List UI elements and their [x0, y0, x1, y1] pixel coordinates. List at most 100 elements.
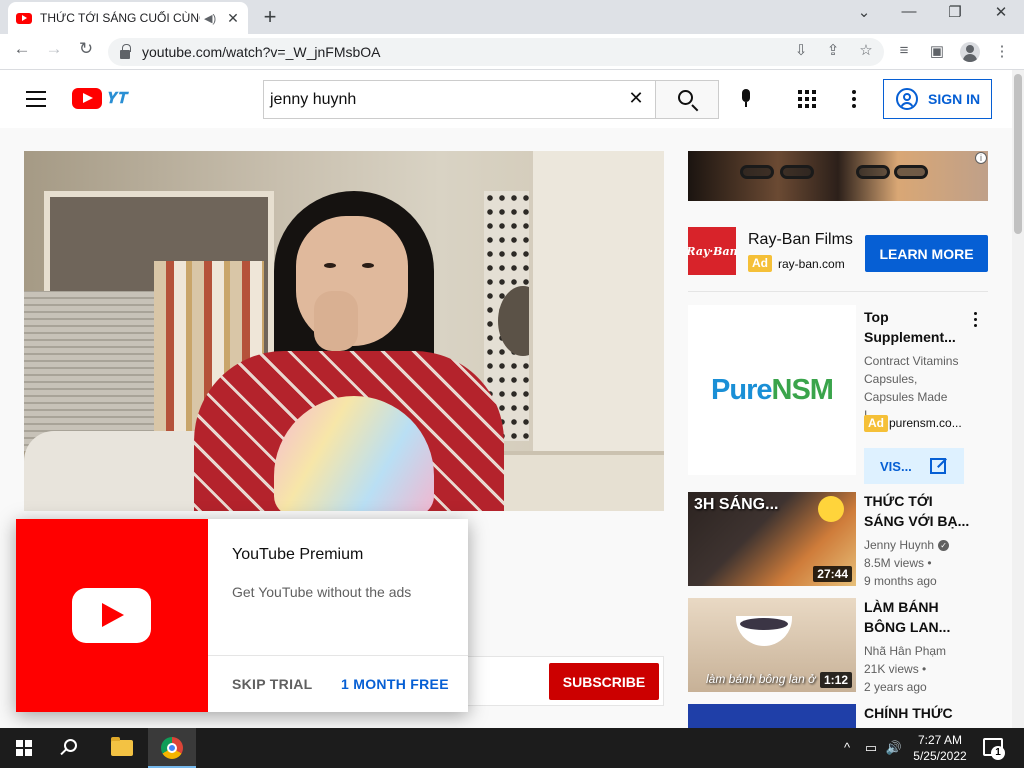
- related-video-title-line2[interactable]: SÁNG VỚI BẠ...: [864, 511, 974, 531]
- sunglasses-graphic: [856, 165, 890, 179]
- video-duration: 27:44: [813, 566, 852, 582]
- channel-name-text: Jenny Huynh: [864, 538, 935, 552]
- windows-start-icon[interactable]: [16, 740, 32, 756]
- search-icon: [678, 90, 693, 105]
- account-circle-icon: [896, 88, 918, 110]
- restore-button[interactable]: ❐: [943, 3, 967, 21]
- profile-avatar-icon[interactable]: [960, 42, 980, 62]
- video-frame-drawers: [504, 451, 664, 511]
- divider: [688, 291, 988, 292]
- youtube-header: 𝐘𝐓 jenny huynh ✕ SIGN IN: [0, 70, 1012, 128]
- clear-search-icon[interactable]: ✕: [626, 88, 646, 109]
- side-panel-icon[interactable]: ▣: [927, 42, 947, 60]
- ad-badge: Ad: [748, 255, 772, 272]
- search-button[interactable]: [655, 80, 719, 119]
- audio-playing-icon[interactable]: ◀): [204, 12, 218, 25]
- video-frame-hand: [314, 291, 358, 351]
- sponsored-desc-line: Capsules,: [864, 372, 918, 386]
- rayban-logo[interactable]: Ray·Ban: [686, 227, 738, 275]
- ad-info-icon[interactable]: i: [975, 152, 987, 164]
- settings-more-icon[interactable]: [852, 90, 856, 111]
- premium-subtitle: Get YouTube without the ads: [232, 584, 412, 600]
- visit-label: VIS...: [880, 458, 912, 474]
- tab-close-icon[interactable]: ✕: [226, 10, 240, 27]
- forward-arrow-icon[interactable]: →: [42, 39, 66, 59]
- browser-tab[interactable]: THỨC TỚI SÁNG CUỐI CÙNG ◀) ✕: [8, 2, 248, 34]
- network-icon[interactable]: ▭: [862, 740, 880, 756]
- microphone-icon[interactable]: [740, 89, 752, 107]
- page-scrollbar[interactable]: [1012, 70, 1024, 728]
- taskbar-search-icon[interactable]: [64, 739, 77, 752]
- more-actions-icon[interactable]: [974, 312, 978, 330]
- new-tab-button[interactable]: +: [258, 4, 282, 30]
- related-video-thumbnail[interactable]: 3H SÁNG... 27:44: [688, 492, 856, 586]
- sponsored-domain: purensm.co...: [889, 416, 962, 430]
- youtube-play-logo-icon: [72, 88, 102, 109]
- sponsored-title-line1[interactable]: Top: [864, 307, 964, 327]
- volume-icon[interactable]: 🔊: [885, 740, 903, 756]
- view-count: 8.5M views •: [864, 556, 932, 570]
- related-video-thumbnail[interactable]: làm bánh bông lan ở 1:12: [688, 598, 856, 692]
- windows-taskbar: ^ ▭ 🔊 7:27 AM 5/25/2022 1: [0, 728, 1024, 768]
- verified-check-icon: ✓: [938, 540, 950, 552]
- video-player[interactable]: [24, 151, 664, 511]
- subscribe-button[interactable]: SUBSCRIBE: [549, 663, 659, 700]
- related-video-title-line1[interactable]: THỨC TỚI: [864, 491, 974, 511]
- video-frame-blinds: [24, 291, 154, 451]
- thumbnail-caption: làm bánh bông lan ở: [706, 672, 816, 686]
- sunglasses-graphic: [780, 165, 814, 179]
- related-video-title-line2[interactable]: BÔNG LAN...: [864, 617, 974, 637]
- address-bar[interactable]: youtube.com/watch?v=_W_jnFMsbOA: [108, 38, 884, 66]
- sunglasses-graphic: [740, 165, 774, 179]
- upload-age: 9 months ago: [864, 574, 937, 588]
- bookmark-star-icon[interactable]: ☆: [856, 41, 876, 59]
- clock-date: 5/25/2022: [913, 749, 967, 763]
- video-duration: 1:12: [819, 672, 852, 688]
- upload-age: 2 years ago: [864, 680, 927, 694]
- minimize-button[interactable]: —: [897, 3, 921, 20]
- search-input[interactable]: jenny huynh: [263, 80, 656, 119]
- skip-trial-button[interactable]: SKIP TRIAL: [232, 676, 313, 692]
- sign-in-button[interactable]: SIGN IN: [883, 79, 992, 119]
- hamburger-menu-icon[interactable]: [26, 91, 46, 107]
- youtube-favicon-icon: [16, 12, 32, 24]
- clock-time: 7:27 AM: [917, 733, 963, 747]
- url-text[interactable]: youtube.com/watch?v=_W_jnFMsbOA: [142, 44, 381, 60]
- visit-site-button[interactable]: VIS...: [864, 448, 964, 484]
- tab-title: THỨC TỚI SÁNG CUỐI CÙNG: [40, 11, 200, 25]
- media-control-icon[interactable]: ≡: [894, 42, 914, 59]
- lock-icon[interactable]: [120, 43, 131, 59]
- chrome-menu-icon[interactable]: ⋮: [992, 42, 1012, 60]
- chrome-icon[interactable]: [161, 737, 183, 759]
- video-frame-eye: [324, 263, 336, 268]
- premium-red-panel: [16, 519, 208, 712]
- sponsored-title-line2[interactable]: Supplement...: [864, 327, 964, 347]
- sponsored-thumbnail[interactable]: Pure NSM: [688, 305, 856, 475]
- close-window-button[interactable]: ✕: [989, 3, 1013, 21]
- youtube-logo[interactable]: 𝐘𝐓: [72, 88, 127, 109]
- file-explorer-icon[interactable]: [111, 737, 133, 756]
- taskbar-clock[interactable]: 7:27 AM 5/25/2022: [905, 732, 975, 764]
- notification-count-badge: 1: [991, 746, 1005, 760]
- ad-banner-image[interactable]: [688, 151, 988, 201]
- related-video-thumbnail[interactable]: [688, 704, 856, 728]
- back-arrow-icon[interactable]: ←: [10, 39, 34, 59]
- tray-chevron-icon[interactable]: ^: [838, 740, 856, 755]
- browser-tab-strip: THỨC TỚI SÁNG CUỐI CÙNG ◀) ✕ + ⌄ — ❐ ✕: [0, 0, 1024, 34]
- reload-icon[interactable]: ↻: [74, 39, 98, 59]
- learn-more-button[interactable]: LEARN MORE: [865, 235, 988, 272]
- one-month-free-button[interactable]: 1 MONTH FREE: [341, 676, 449, 692]
- related-video-title-line1[interactable]: LÀM BÁNH: [864, 597, 974, 617]
- related-video-title-line1[interactable]: CHÍNH THỨC: [864, 703, 974, 723]
- channel-name[interactable]: Jenny Huynh ✓: [864, 536, 974, 554]
- apps-grid-icon[interactable]: [798, 90, 816, 108]
- ad-advertiser-title[interactable]: Ray-Ban Films: [748, 231, 853, 249]
- thumbnail-text: 3H SÁNG...: [694, 496, 779, 513]
- share-icon[interactable]: ⇪: [823, 41, 843, 59]
- youtube-play-icon: [72, 588, 151, 643]
- install-app-icon[interactable]: ⇩: [791, 41, 811, 59]
- sponsored-description: Contract Vitamins Capsules, Capsules Mad…: [864, 352, 964, 424]
- tab-search-chevron-icon[interactable]: ⌄: [852, 3, 876, 21]
- scrollbar-thumb[interactable]: [1014, 74, 1022, 234]
- channel-name[interactable]: Nhã Hân Phạm: [864, 642, 974, 660]
